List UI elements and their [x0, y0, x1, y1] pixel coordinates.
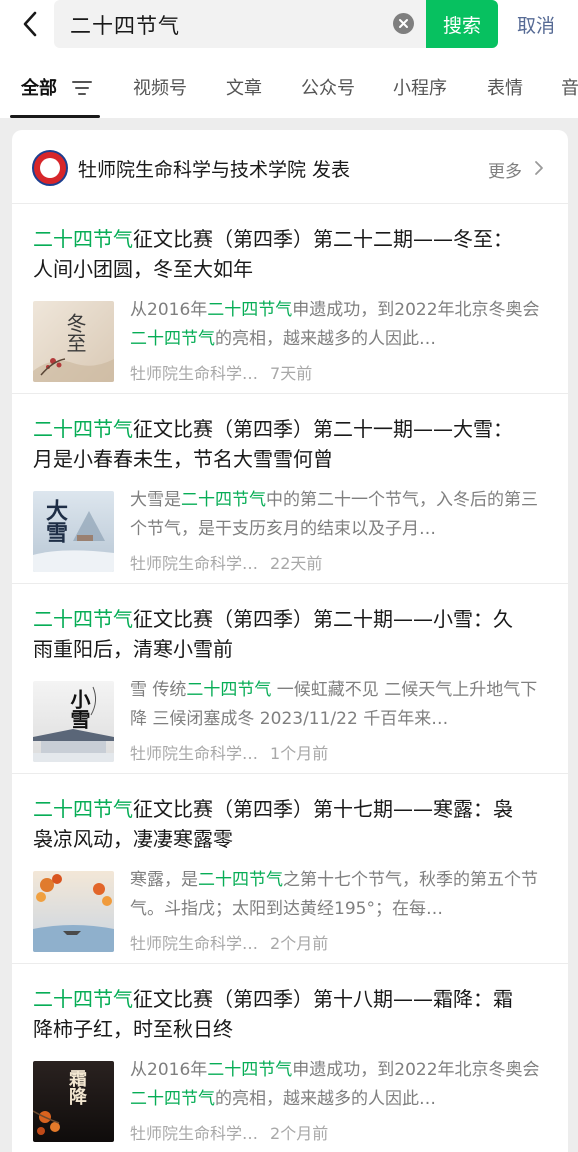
- article-time: 1个月前: [270, 744, 329, 763]
- account-title: 牡师院生命科学与技术学院 发表: [78, 159, 351, 181]
- top-bar: 二十四节气 搜索 取消 全部 视频号 文章 公众号 小程序 表情 音: [0, 0, 578, 118]
- title-highlight: 二十四节气: [33, 987, 133, 1011]
- article-result[interactable]: 二十四节气征文比赛（第四季）第二十期——小雪：久雨重阳后，清寒小雪前 小雪 雪 …: [12, 584, 568, 774]
- article-result[interactable]: 二十四节气征文比赛（第四季）第二十一期——大雪：月是小春春未生，节名大雪雪何曾 …: [12, 394, 568, 584]
- article-thumbnail[interactable]: 小雪: [33, 681, 114, 762]
- article-thumbnail[interactable]: 大雪: [33, 491, 114, 572]
- thumbnail-caption: 霜降: [66, 1069, 87, 1105]
- article-snippet: 雪 传统二十四节气 一候虹藏不见 二候天气上升地气下降 三候闭塞成冬 2023/…: [130, 680, 538, 729]
- thumbnail-caption: 小雪: [67, 689, 91, 729]
- search-input[interactable]: 二十四节气: [54, 0, 426, 48]
- tab-all[interactable]: 全部: [21, 74, 57, 100]
- article-time: 2个月前: [270, 1124, 329, 1143]
- article-time: 22天前: [270, 554, 323, 573]
- article-meta: 牡师院生命科学… 2个月前: [130, 1120, 328, 1144]
- article-thumbnail[interactable]: 冬至: [33, 301, 114, 382]
- results-card: 牡师院生命科学与技术学院 发表 更多 二十四节气征文比赛（第四季）第二十二期——…: [12, 130, 568, 1152]
- article-time: 2个月前: [270, 934, 329, 953]
- tab-music[interactable]: 音: [561, 74, 578, 100]
- filter-icon[interactable]: [70, 78, 94, 98]
- tab-stickers[interactable]: 表情: [487, 74, 523, 100]
- title-highlight: 二十四节气: [33, 227, 133, 251]
- search-button[interactable]: 搜索: [426, 0, 498, 48]
- article-title[interactable]: 二十四节气征文比赛（第四季）第十八期——霜降：霜降柿子红，时至秋日终: [33, 984, 527, 1044]
- account-logo: [32, 150, 68, 186]
- back-button[interactable]: [14, 6, 46, 42]
- tab-official-accounts[interactable]: 公众号: [301, 74, 355, 100]
- article-source: 牡师院生命科学…: [130, 1124, 259, 1143]
- article-source: 牡师院生命科学…: [130, 934, 259, 953]
- title-highlight: 二十四节气: [33, 607, 133, 631]
- filter-tabs: 全部 视频号 文章 公众号 小程序 表情 音: [0, 64, 578, 118]
- thumbnail-caption: 大雪: [42, 499, 68, 543]
- article-meta: 牡师院生命科学… 22天前: [130, 550, 322, 574]
- more-link[interactable]: 更多: [488, 157, 522, 182]
- article-result[interactable]: 二十四节气征文比赛（第四季）第二十二期——冬至：人间小团圆，冬至大如年 冬至 从…: [12, 204, 568, 394]
- account-header[interactable]: 牡师院生命科学与技术学院 发表 更多: [12, 130, 568, 204]
- article-meta: 牡师院生命科学… 2个月前: [130, 930, 328, 954]
- article-source: 牡师院生命科学…: [130, 364, 259, 383]
- article-meta: 牡师院生命科学… 1个月前: [130, 740, 328, 764]
- article-snippet: 大雪是二十四节气中的第二十一个节气，入冬后的第三个节气，是干支历亥月的结束以及子…: [130, 490, 538, 539]
- article-title[interactable]: 二十四节气征文比赛（第四季）第二十二期——冬至：人间小团圆，冬至大如年: [33, 224, 527, 284]
- article-title[interactable]: 二十四节气征文比赛（第四季）第二十期——小雪：久雨重阳后，清寒小雪前: [33, 604, 527, 664]
- article-meta: 牡师院生命科学… 7天前: [130, 360, 312, 384]
- cancel-button[interactable]: 取消: [506, 0, 566, 48]
- article-source: 牡师院生命科学…: [130, 554, 259, 573]
- article-snippet: 从2016年二十四节气申遗成功，到2022年北京冬奥会二十四节气的亮相，越来越多…: [130, 300, 540, 349]
- article-result[interactable]: 二十四节气征文比赛（第四季）第十七期——寒露：袅袅凉风动，凄凄寒露零 寒露，是二…: [12, 774, 568, 964]
- article-result[interactable]: 二十四节气征文比赛（第四季）第十八期——霜降：霜降柿子红，时至秋日终 霜降 从2…: [12, 964, 568, 1152]
- article-thumbnail[interactable]: 霜降: [33, 1061, 114, 1142]
- tab-articles[interactable]: 文章: [226, 74, 262, 100]
- search-query[interactable]: 二十四节气: [70, 10, 180, 40]
- article-snippet: 从2016年二十四节气申遗成功，到2022年北京冬奥会二十四节气的亮相，越来越多…: [130, 1060, 540, 1109]
- thumbnail-caption: 冬至: [63, 313, 87, 353]
- article-thumbnail[interactable]: [33, 871, 114, 952]
- article-title[interactable]: 二十四节气征文比赛（第四季）第十七期——寒露：袅袅凉风动，凄凄寒露零: [33, 794, 527, 854]
- article-source: 牡师院生命科学…: [130, 744, 259, 763]
- article-snippet: 寒露，是二十四节气之第十七个节气，秋季的第五个节气。斗指戊；太阳到达黄经195°…: [130, 870, 538, 919]
- tab-channels[interactable]: 视频号: [133, 74, 187, 100]
- active-tab-indicator: [10, 115, 100, 118]
- article-title[interactable]: 二十四节气征文比赛（第四季）第二十一期——大雪：月是小春春未生，节名大雪雪何曾: [33, 414, 527, 474]
- clear-icon[interactable]: [393, 13, 414, 34]
- chevron-right-icon[interactable]: [532, 158, 546, 178]
- title-highlight: 二十四节气: [33, 417, 133, 441]
- article-time: 7天前: [270, 364, 313, 383]
- tab-mini-programs[interactable]: 小程序: [393, 74, 447, 100]
- chevron-left-icon: [23, 11, 37, 37]
- title-highlight: 二十四节气: [33, 797, 133, 821]
